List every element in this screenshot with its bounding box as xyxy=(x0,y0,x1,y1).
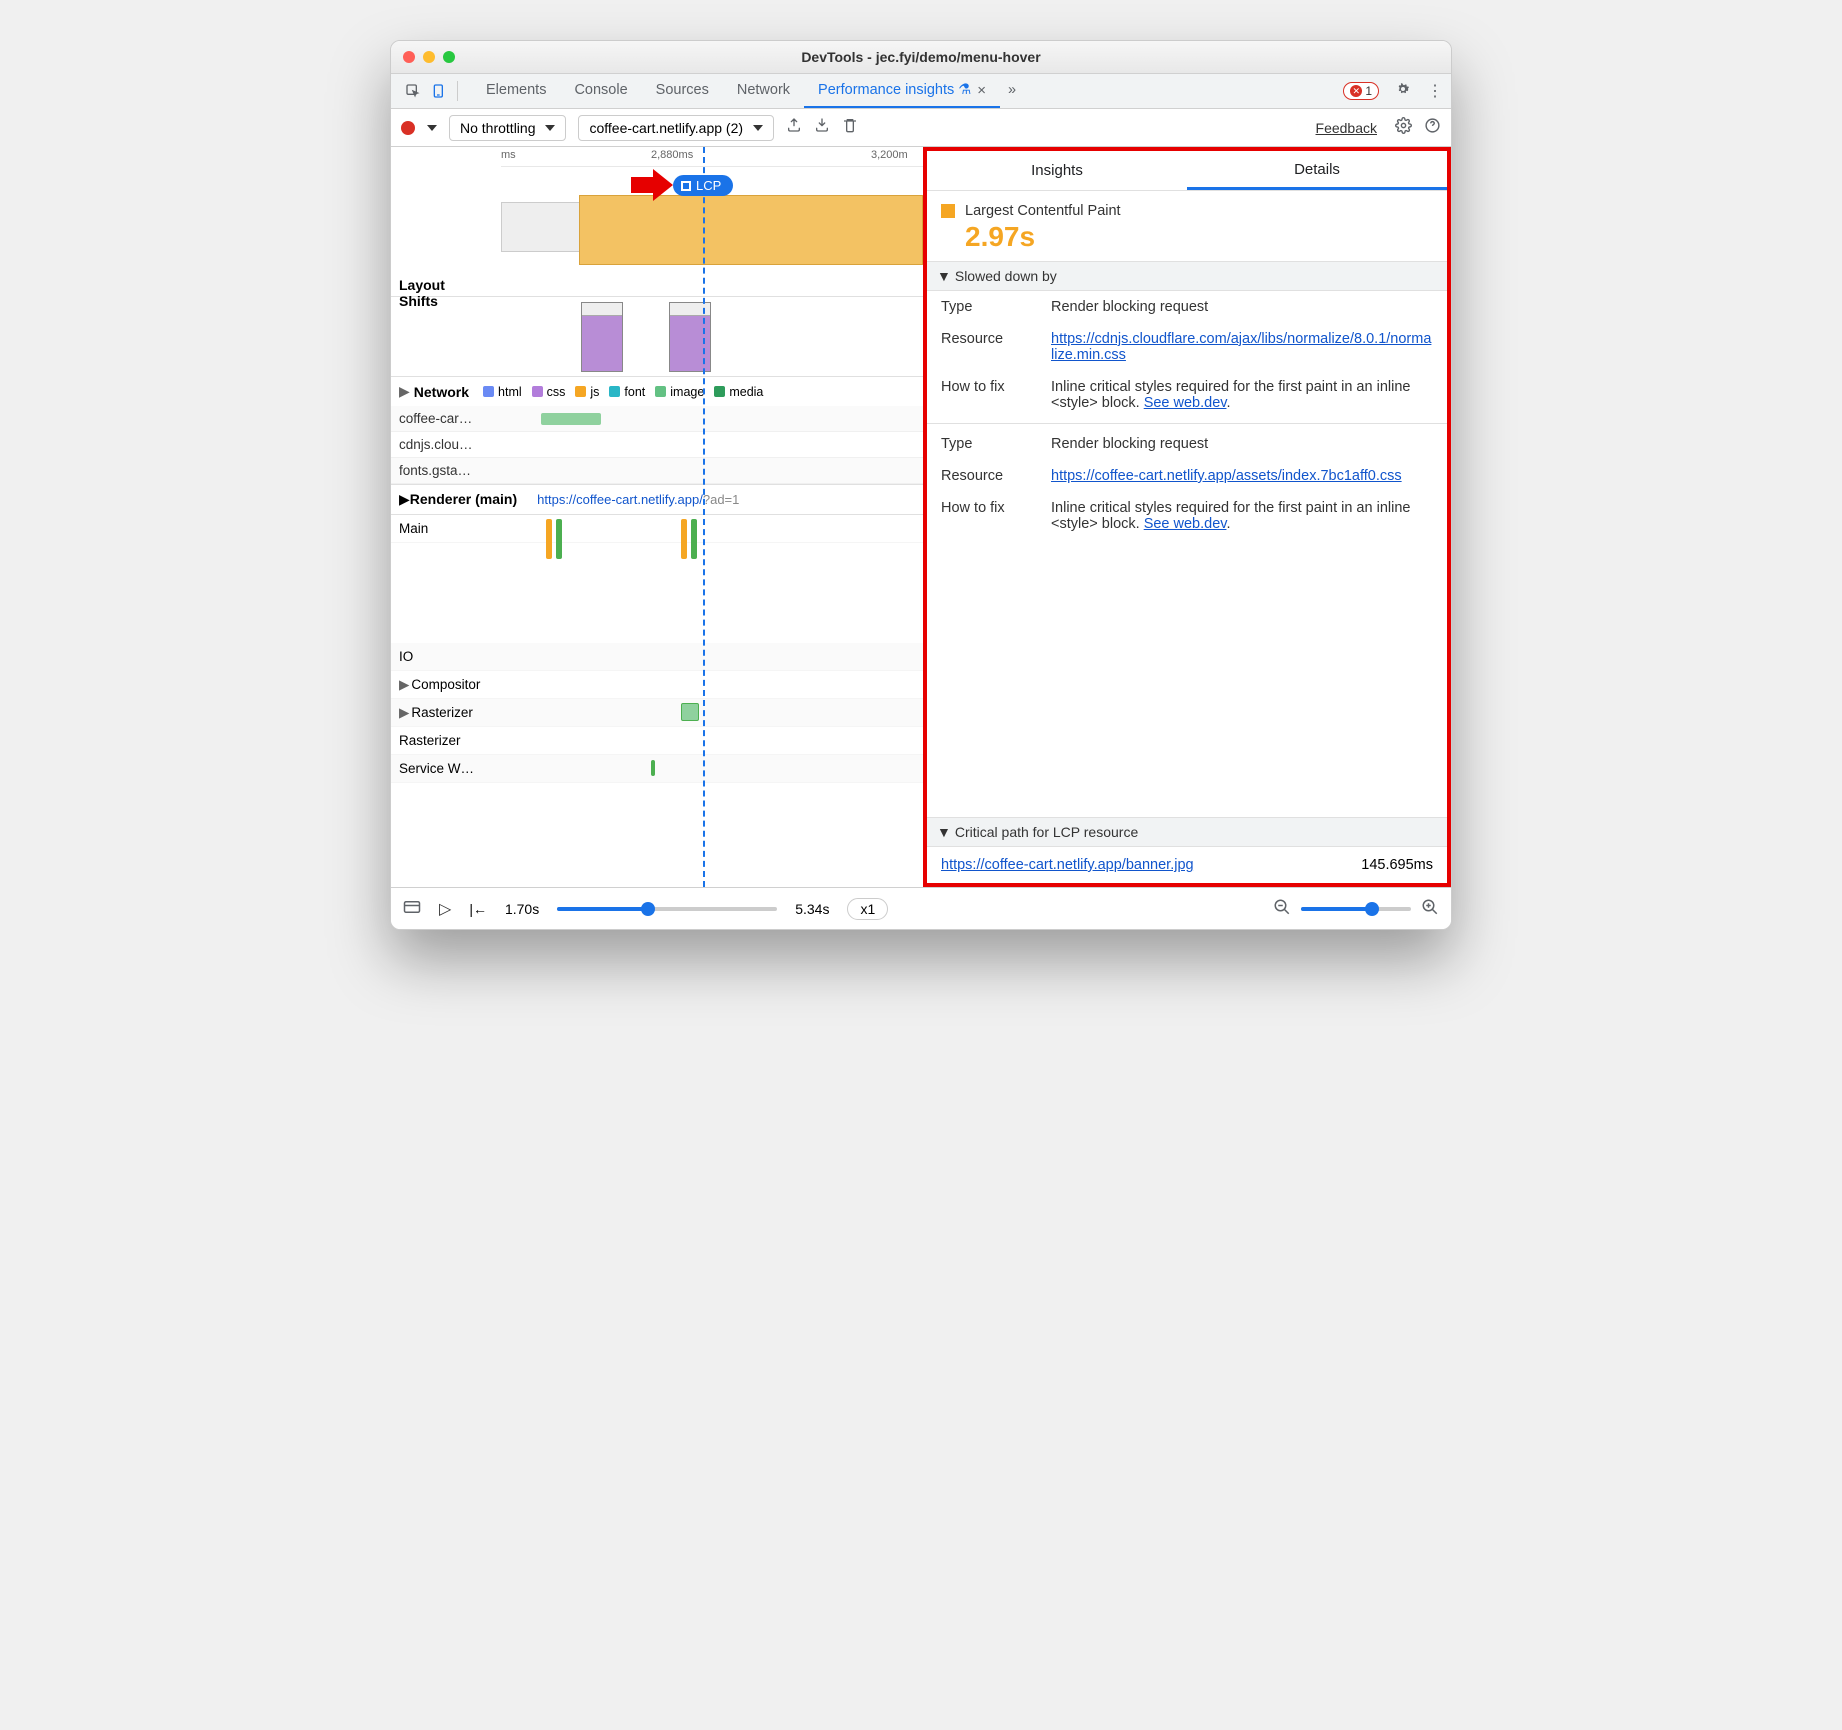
lcp-summary: Largest Contentful Paint 2.97s xyxy=(927,191,1447,261)
insights-toolbar: No throttling coffee-cart.netlify.app (2… xyxy=(391,109,1451,147)
collapse-icon: ▼ xyxy=(937,268,951,284)
collapse-icon: ▼ xyxy=(937,824,951,840)
more-tabs-icon[interactable]: » xyxy=(1000,74,1024,108)
panel-tabs: Elements Console Sources Network Perform… xyxy=(391,74,1451,109)
renderer-section: ▶ Renderer (main) https://coffee-cart.ne… xyxy=(391,485,923,783)
titlebar: DevTools - jec.fyi/demo/menu-hover xyxy=(391,41,1451,74)
close-tab-icon[interactable]: × xyxy=(977,82,986,99)
network-legend: html css js font image media xyxy=(483,385,763,399)
layout-shift-thumbnail[interactable] xyxy=(669,302,711,372)
rewind-icon[interactable]: |← xyxy=(469,901,487,917)
lcp-badge[interactable]: LCP xyxy=(673,175,733,196)
main-body: ms 2,880ms 3,200m LCP Layout Shifts xyxy=(391,147,1451,887)
throttling-select[interactable]: No throttling xyxy=(449,115,566,141)
track-compositor[interactable]: ▶Compositor xyxy=(391,671,923,699)
timeline-panel: ms 2,880ms 3,200m LCP Layout Shifts xyxy=(391,147,923,887)
inspect-icon[interactable] xyxy=(405,83,421,99)
record-menu-icon[interactable] xyxy=(427,125,437,131)
track-service-worker[interactable]: Service W… xyxy=(391,755,923,783)
webdev-link[interactable]: See web.dev xyxy=(1144,395,1227,411)
time-ruler: ms 2,880ms 3,200m xyxy=(501,147,923,167)
tab-sources[interactable]: Sources xyxy=(642,74,723,108)
section-critical-path[interactable]: ▼Critical path for LCP resource xyxy=(927,817,1447,847)
track-rasterizer[interactable]: ▶Rasterizer xyxy=(391,699,923,727)
import-icon[interactable] xyxy=(814,117,830,138)
settings-icon[interactable] xyxy=(1387,81,1419,102)
playback-end-time: 5.34s xyxy=(795,901,829,917)
tab-console[interactable]: Console xyxy=(560,74,641,108)
zoom-out-icon[interactable] xyxy=(1273,898,1291,919)
recording-select[interactable]: coffee-cart.netlify.app (2) xyxy=(578,115,774,141)
tab-elements[interactable]: Elements xyxy=(472,74,560,108)
network-header: Network xyxy=(414,384,469,400)
resource-link[interactable]: https://coffee-cart.netlify.app/assets/i… xyxy=(1051,468,1402,484)
settings-gear-icon[interactable] xyxy=(1395,117,1412,139)
tab-network[interactable]: Network xyxy=(723,74,804,108)
lcp-resource-link[interactable]: https://coffee-cart.netlify.app/banner.j… xyxy=(941,857,1194,873)
timeline-header-area: ms 2,880ms 3,200m LCP Layout Shifts xyxy=(391,147,923,297)
tab-insights-right[interactable]: Insights xyxy=(927,151,1187,190)
details-panel: Insights Details Largest Contentful Pain… xyxy=(923,147,1451,887)
track-io[interactable]: IO xyxy=(391,643,923,671)
preview-toggle-icon[interactable] xyxy=(403,900,421,917)
resource-link[interactable]: https://cdnjs.cloudflare.com/ajax/libs/n… xyxy=(1051,331,1431,363)
help-icon[interactable] xyxy=(1424,117,1441,139)
feedback-link[interactable]: Feedback xyxy=(1316,120,1377,136)
lcp-value: 2.97s xyxy=(965,221,1433,253)
track-main[interactable]: Main xyxy=(391,515,923,543)
renderer-header: Renderer (main) xyxy=(410,492,517,507)
tab-details-right[interactable]: Details xyxy=(1187,151,1447,190)
zoom-slider[interactable] xyxy=(1301,907,1411,911)
expand-icon[interactable]: ▶ xyxy=(399,383,410,400)
network-row[interactable]: fonts.gsta… xyxy=(391,458,923,484)
annotation-arrow-icon xyxy=(629,165,677,210)
renderer-url[interactable]: https://coffee-cart.netlify.app/?ad=1 xyxy=(537,492,739,507)
window-title: DevTools - jec.fyi/demo/menu-hover xyxy=(391,49,1451,65)
device-toggle-icon[interactable] xyxy=(431,83,447,99)
play-icon[interactable]: ▷ xyxy=(439,899,451,919)
error-badge[interactable]: ✕1 xyxy=(1343,82,1379,100)
lcp-color-icon xyxy=(941,204,955,218)
details-tabs: Insights Details xyxy=(927,151,1447,191)
layout-shift-thumbnail[interactable] xyxy=(581,302,623,372)
webdev-link[interactable]: See web.dev xyxy=(1144,516,1227,532)
playback-footer: ▷ |← 1.70s 5.34s x1 xyxy=(391,887,1451,929)
record-button[interactable] xyxy=(401,121,415,135)
expand-icon[interactable]: ▶ xyxy=(399,491,410,508)
playback-start-time: 1.70s xyxy=(505,901,539,917)
delete-icon[interactable] xyxy=(842,117,858,138)
zoom-in-icon[interactable] xyxy=(1421,898,1439,919)
devtools-window: DevTools - jec.fyi/demo/menu-hover Eleme… xyxy=(390,40,1452,930)
network-row[interactable]: coffee-car… xyxy=(391,406,923,432)
network-section: ▶ Network html css js font image media c… xyxy=(391,377,923,485)
section-slowed-down[interactable]: ▼Slowed down by xyxy=(927,261,1447,291)
track-rasterizer-2[interactable]: Rasterizer xyxy=(391,727,923,755)
playback-slider[interactable] xyxy=(557,907,777,911)
tab-performance-insights[interactable]: Performance insights ⚗ × xyxy=(804,74,1000,108)
kebab-menu-icon[interactable]: ⋮ xyxy=(1419,81,1451,101)
speed-pill[interactable]: x1 xyxy=(847,898,888,920)
network-row[interactable]: cdnjs.clou… xyxy=(391,432,923,458)
lcp-resource-time: 145.695ms xyxy=(1361,857,1433,873)
export-icon[interactable] xyxy=(786,117,802,138)
